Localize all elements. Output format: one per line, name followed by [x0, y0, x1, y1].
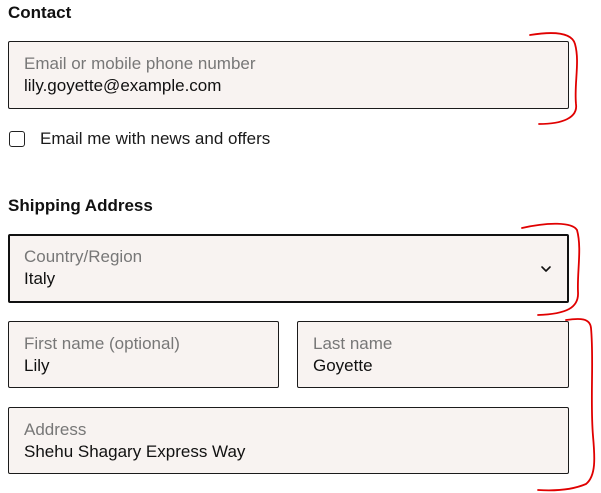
email-field-value[interactable]: lily.goyette@example.com	[24, 76, 543, 96]
last-name-field[interactable]: Last name Goyette	[297, 321, 569, 388]
email-field[interactable]: Email or mobile phone number lily.goyett…	[8, 41, 569, 109]
first-name-value[interactable]: Lily	[24, 356, 253, 376]
contact-heading: Contact	[8, 3, 72, 22]
first-name-label: First name (optional)	[24, 334, 180, 353]
last-name-label: Last name	[313, 334, 393, 353]
address-label: Address	[24, 420, 87, 439]
newsletter-option[interactable]: Email me with news and offers	[9, 127, 270, 151]
email-field-label: Email or mobile phone number	[24, 54, 256, 73]
address-field[interactable]: Address Shehu Shagary Express Way	[8, 407, 569, 474]
address-value[interactable]: Shehu Shagary Express Way	[24, 442, 543, 462]
chevron-down-icon[interactable]	[539, 262, 553, 276]
newsletter-label[interactable]: Email me with news and offers	[40, 129, 270, 149]
country-select-value[interactable]: Italy	[24, 269, 541, 289]
country-select[interactable]: Country/Region Italy	[8, 234, 569, 303]
first-name-field[interactable]: First name (optional) Lily	[8, 321, 279, 388]
last-name-value[interactable]: Goyette	[313, 356, 543, 376]
newsletter-checkbox[interactable]	[9, 131, 25, 147]
country-select-label: Country/Region	[24, 247, 143, 266]
shipping-heading: Shipping Address	[8, 196, 153, 215]
